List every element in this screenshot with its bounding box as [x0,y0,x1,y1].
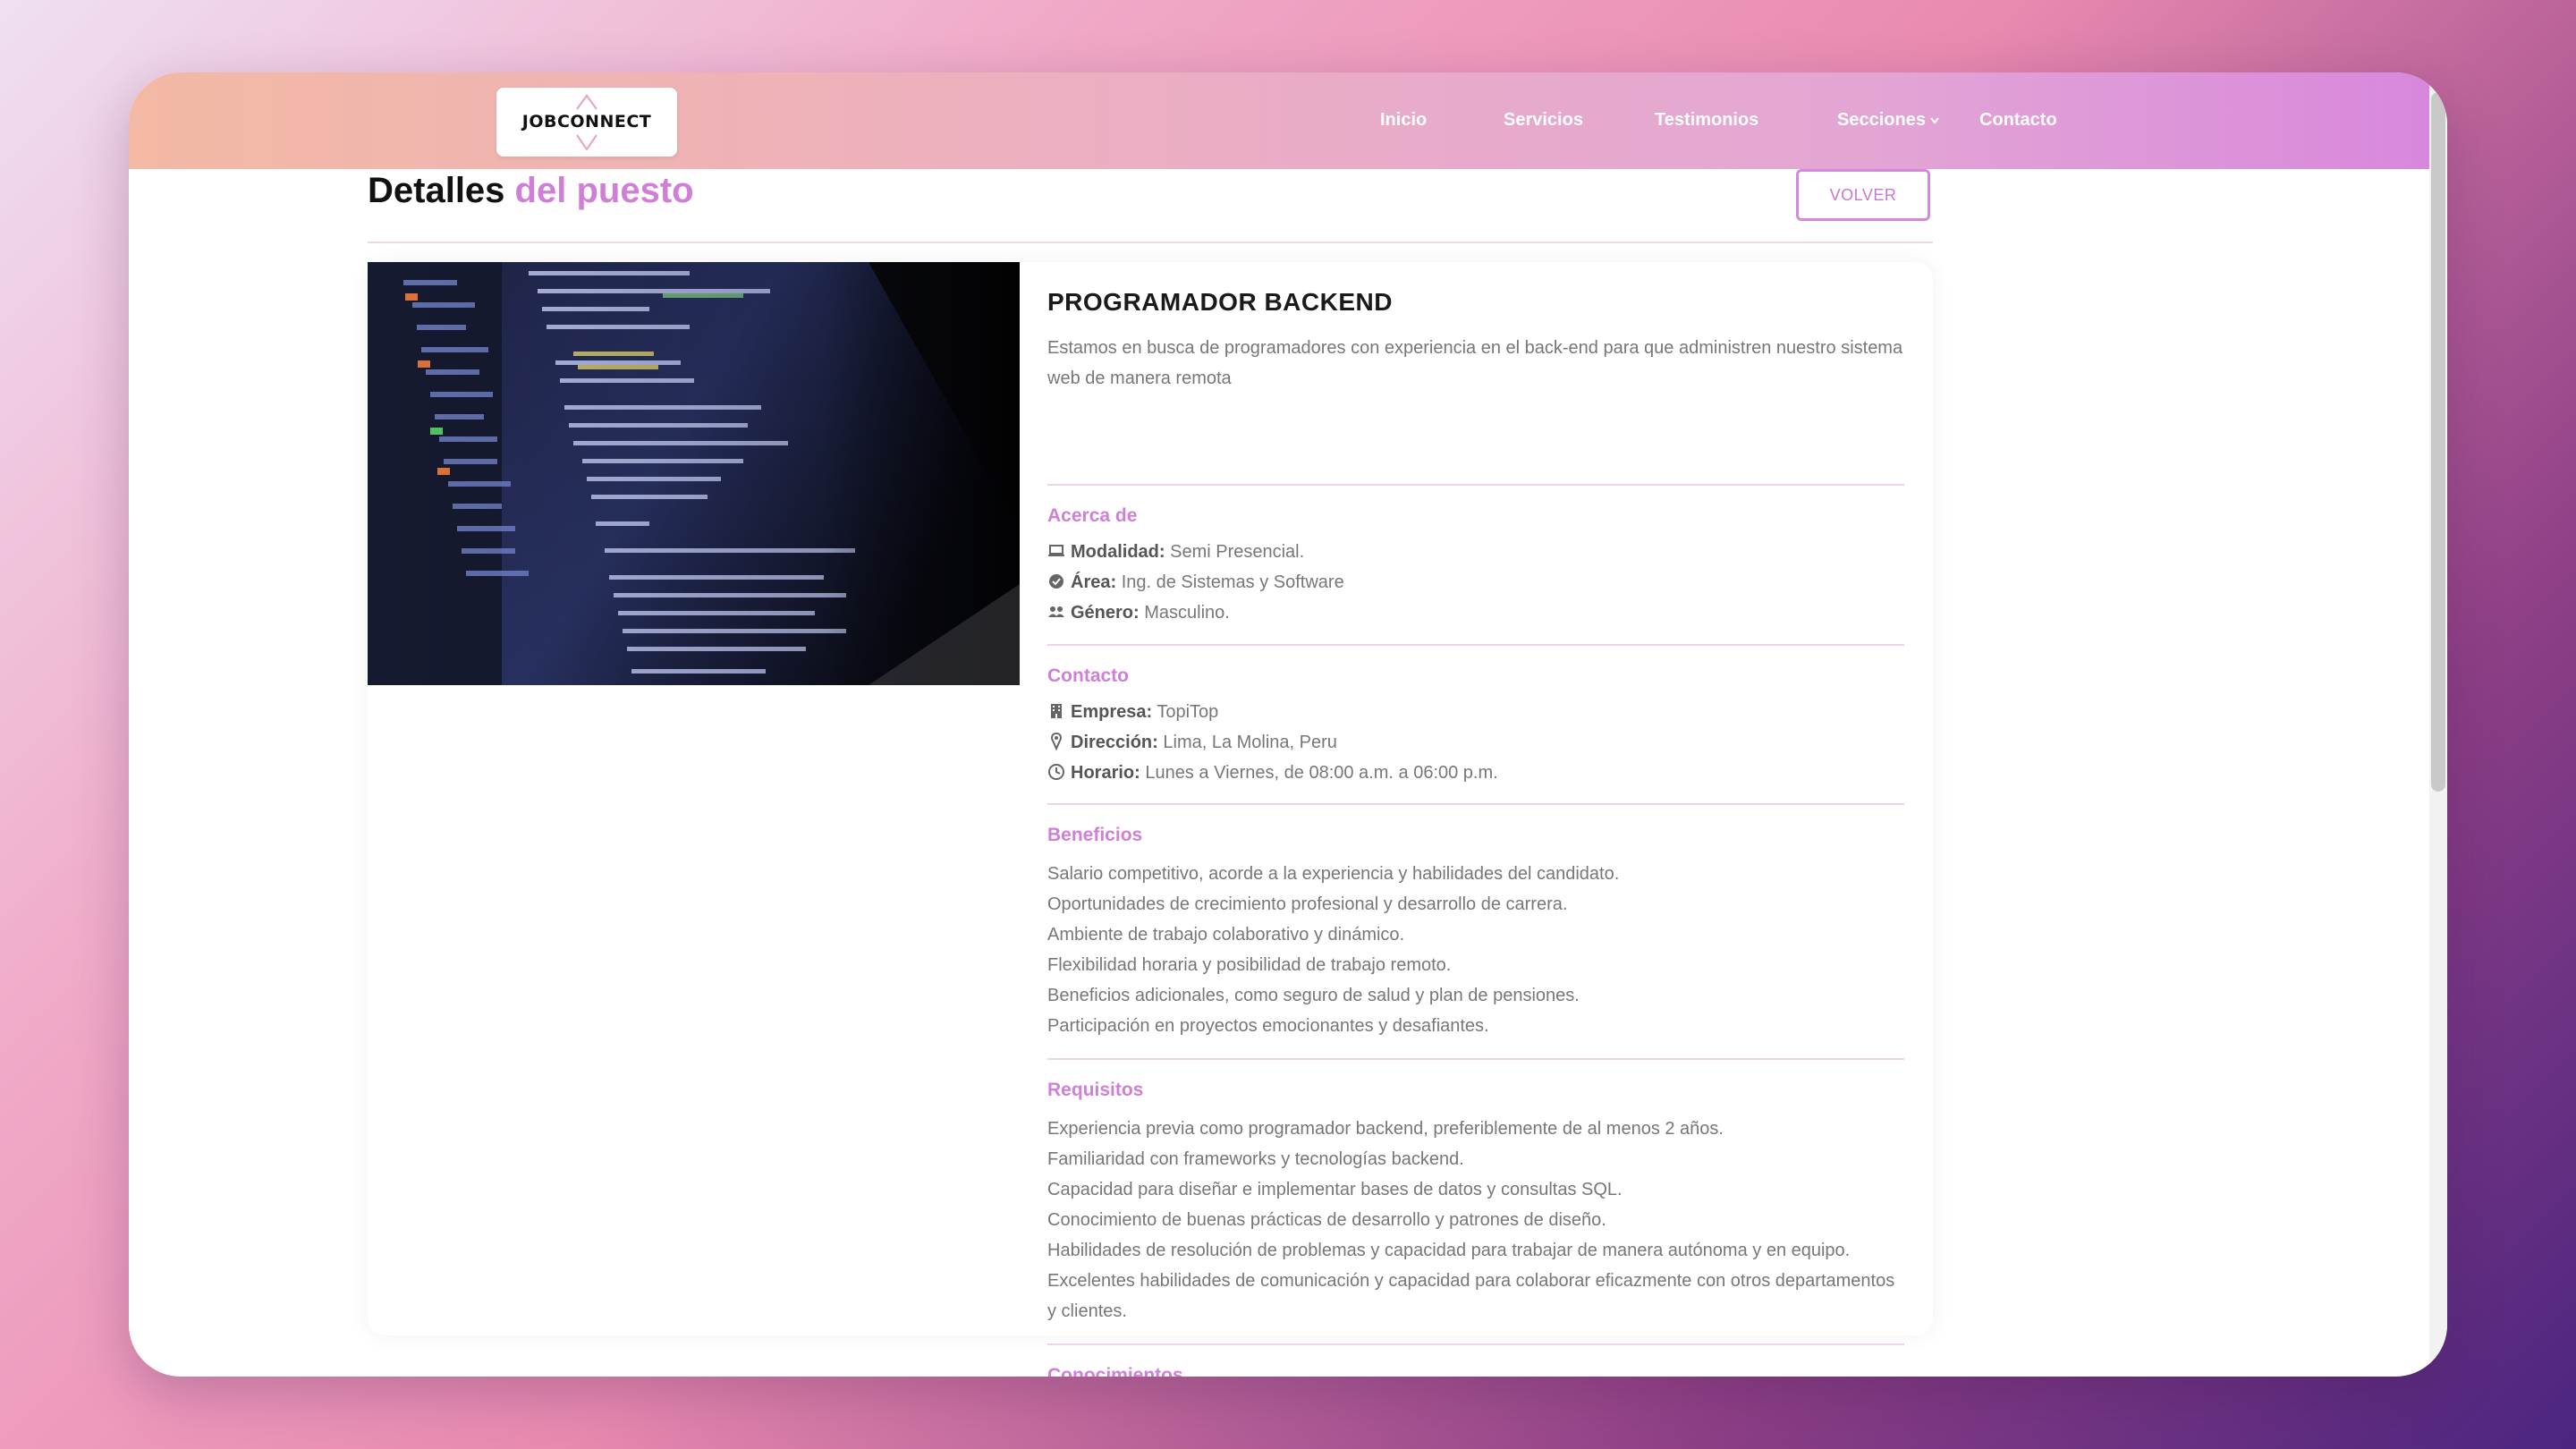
logo-text: JOBCONNECT [521,112,652,131]
nav-contacto[interactable]: Contacto [1979,110,2057,131]
page-title: Detalles del puesto [368,171,694,211]
row-label: Modalidad: [1071,542,1165,562]
check-circle-icon [1049,574,1063,589]
benefit-item: Salario competitivo, acorde a la experie… [1047,864,1620,884]
nav-inicio[interactable]: Inicio [1380,110,1427,131]
page-title-accent: del puesto [514,171,694,210]
row-label: Dirección: [1071,733,1158,752]
requirement-item: Familiaridad con frameworks y tecnología… [1047,1149,1464,1169]
row-value: Ing. de Sistemas y Software [1121,572,1344,592]
laptop-icon [1048,545,1064,556]
about-row-genero: Género: Masculino. [1047,599,1230,626]
scrollbar-thumb[interactable] [2431,92,2445,792]
benefit-item: Beneficios adicionales, como seguro de s… [1047,986,1580,1005]
divider [1047,803,1904,805]
nav-testimonios[interactable]: Testimonios [1655,110,1758,131]
job-description: Estamos en busca de programadores con ex… [1047,338,1903,388]
benefit-item: Flexibilidad horaria y posibilidad de tr… [1047,955,1452,975]
window-bottom-edge [129,1377,2447,1449]
contact-row-empresa: Empresa: TopiTop [1047,699,1218,725]
row-label: Empresa: [1071,702,1153,722]
section-title-benefits: Beneficios [1047,825,1143,845]
divider [1047,644,1904,646]
row-value: Lunes a Viernes, de 08:00 a.m. a 06:00 p… [1145,763,1498,783]
page-title-main: Detalles [368,171,505,210]
section-title-knowledge: Conocimientos [1047,1365,1183,1377]
divider [368,242,1933,243]
logo[interactable]: JOBCONNECT [496,88,677,157]
users-icon [1048,606,1064,617]
navbar: JOBCONNECT Inicio Servicios Testimonios … [129,72,2429,169]
benefit-item: Oportunidades de crecimiento profesional… [1047,894,1568,914]
benefit-item: Participación en proyectos emocionantes … [1047,1016,1489,1036]
section-title-contact: Contacto [1047,665,1129,686]
map-pin-icon [1051,733,1062,750]
divider [1047,1058,1904,1060]
building-icon [1051,704,1062,718]
benefit-item: Ambiente de trabajo colaborativo y dinám… [1047,925,1405,945]
about-row-modalidad: Modalidad: Semi Presencial. [1047,538,1304,565]
back-button[interactable]: VOLVER [1796,169,1930,221]
contact-row-horario: Horario: Lunes a Viernes, de 08:00 a.m. … [1047,759,1498,786]
row-label: Área: [1071,572,1117,592]
divider [1047,484,1904,486]
nav-servicios[interactable]: Servicios [1504,110,1583,131]
row-label: Horario: [1071,763,1140,783]
row-label: Género: [1071,603,1140,623]
about-row-area: Área: Ing. de Sistemas y Software [1047,569,1344,596]
job-title: PROGRAMADOR BACKEND [1047,288,1393,316]
section-title-requirements: Requisitos [1047,1080,1144,1100]
scrollbar[interactable] [2429,72,2447,1377]
contact-row-direccion: Dirección: Lima, La Molina, Peru [1047,729,1337,756]
section-title-about: Acerca de [1047,505,1138,526]
row-value: Masculino. [1144,603,1230,623]
requirement-item: Capacidad para diseñar e implementar bas… [1047,1180,1623,1199]
chevron-down-icon[interactable] [1929,115,1940,126]
clock-icon [1048,764,1064,780]
requirement-item: Experiencia previa como programador back… [1047,1119,1724,1139]
requirement-item: Excelentes habilidades de comunicación y… [1047,1271,1895,1321]
requirement-item: Conocimiento de buenas prácticas de desa… [1047,1210,1606,1230]
row-value: Semi Presencial. [1170,542,1305,562]
requirement-item: Habilidades de resolución de problemas y… [1047,1241,1851,1260]
row-value: TopiTop [1157,702,1219,722]
nav-secciones[interactable]: Secciones [1837,110,1926,131]
row-value: Lima, La Molina, Peru [1163,733,1337,752]
job-image [368,262,1020,685]
divider [1047,1343,1904,1345]
